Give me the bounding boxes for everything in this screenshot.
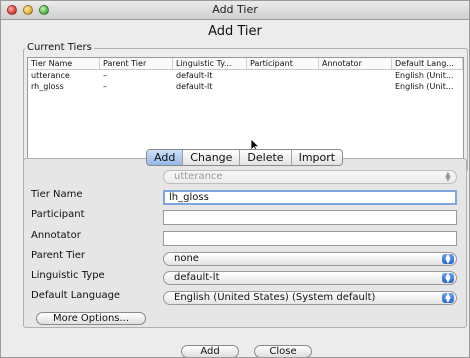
annotator-label: Annotator <box>31 230 81 241</box>
table-cell <box>247 81 319 92</box>
updown-arrow-icon: ▲ ▼ <box>442 253 454 265</box>
tier-name-value: lh_gloss <box>169 192 209 203</box>
default-language-label: Default Language <box>31 290 121 301</box>
column-header-linguistic-type[interactable]: Linguistic Ty... <box>173 58 247 69</box>
mode-tab-bar: Add Change Delete Import <box>146 149 344 166</box>
updown-arrow-icon: ▲ ▼ <box>442 292 454 304</box>
table-cell: – <box>103 71 107 80</box>
parent-tier-select[interactable]: none ▲ ▼ <box>163 252 457 266</box>
updown-arrow-icon: ▲ ▼ <box>442 272 454 284</box>
more-options-button[interactable]: More Options... <box>36 312 146 325</box>
add-button[interactable]: Add <box>181 345 239 357</box>
add-tier-window: Add Tier Add Tier Current Tiers Tier Nam… <box>0 0 470 358</box>
tier-select: utterance ▲ ▼ <box>163 170 457 184</box>
table-row[interactable]: rh_gloss – default-lt English (Unit... <box>28 81 463 92</box>
table-cell <box>319 70 392 81</box>
parent-tier-label: Parent Tier <box>31 250 86 261</box>
tiers-table-header: Tier Name Parent Tier Linguistic Ty... P… <box>28 58 463 70</box>
participant-input[interactable] <box>163 210 457 225</box>
linguistic-type-value: default-lt <box>174 272 220 283</box>
updown-arrow-icon: ▲ ▼ <box>445 170 451 183</box>
linguistic-type-label: Linguistic Type <box>31 270 105 281</box>
tier-name-input[interactable]: lh_gloss <box>163 190 457 205</box>
current-tiers-label: Current Tiers <box>25 42 94 53</box>
table-cell: utterance <box>31 71 70 80</box>
tab-import[interactable]: Import <box>292 150 343 165</box>
tier-name-label: Tier Name <box>31 189 83 200</box>
close-button[interactable]: Close <box>254 345 312 357</box>
parent-tier-value: none <box>174 253 199 264</box>
default-language-value: English (United States) (System default) <box>174 292 376 303</box>
window-title: Add Tier <box>212 3 258 16</box>
default-language-select[interactable]: English (United States) (System default)… <box>163 291 457 305</box>
participant-label: Participant <box>31 209 85 220</box>
table-cell: English (Unit... <box>395 71 454 80</box>
table-cell: default-lt <box>176 71 213 80</box>
column-header-default-language[interactable]: Default Lang... <box>392 58 463 69</box>
table-cell: – <box>103 82 107 91</box>
column-header-participant[interactable]: Participant <box>247 58 319 69</box>
column-header-parent-tier[interactable]: Parent Tier <box>100 58 173 69</box>
column-header-annotator[interactable]: Annotator <box>319 58 392 69</box>
table-cell <box>319 81 392 92</box>
tab-change[interactable]: Change <box>183 150 241 165</box>
table-row[interactable]: utterance – default-lt English (Unit... <box>28 70 463 81</box>
dialog-heading: Add Tier <box>208 24 262 39</box>
tier-select-value: utterance <box>174 171 223 182</box>
tab-add[interactable]: Add <box>147 150 184 165</box>
tab-delete[interactable]: Delete <box>240 150 292 165</box>
linguistic-type-select[interactable]: default-lt ▲ ▼ <box>163 271 457 285</box>
table-cell <box>247 70 319 81</box>
column-header-tier-name[interactable]: Tier Name <box>28 58 100 69</box>
title-bar[interactable]: Add Tier <box>1 1 469 20</box>
table-cell: English (Unit... <box>395 82 454 91</box>
table-cell: rh_gloss <box>31 82 64 91</box>
table-cell: default-lt <box>176 82 213 91</box>
annotator-input[interactable] <box>163 231 457 246</box>
